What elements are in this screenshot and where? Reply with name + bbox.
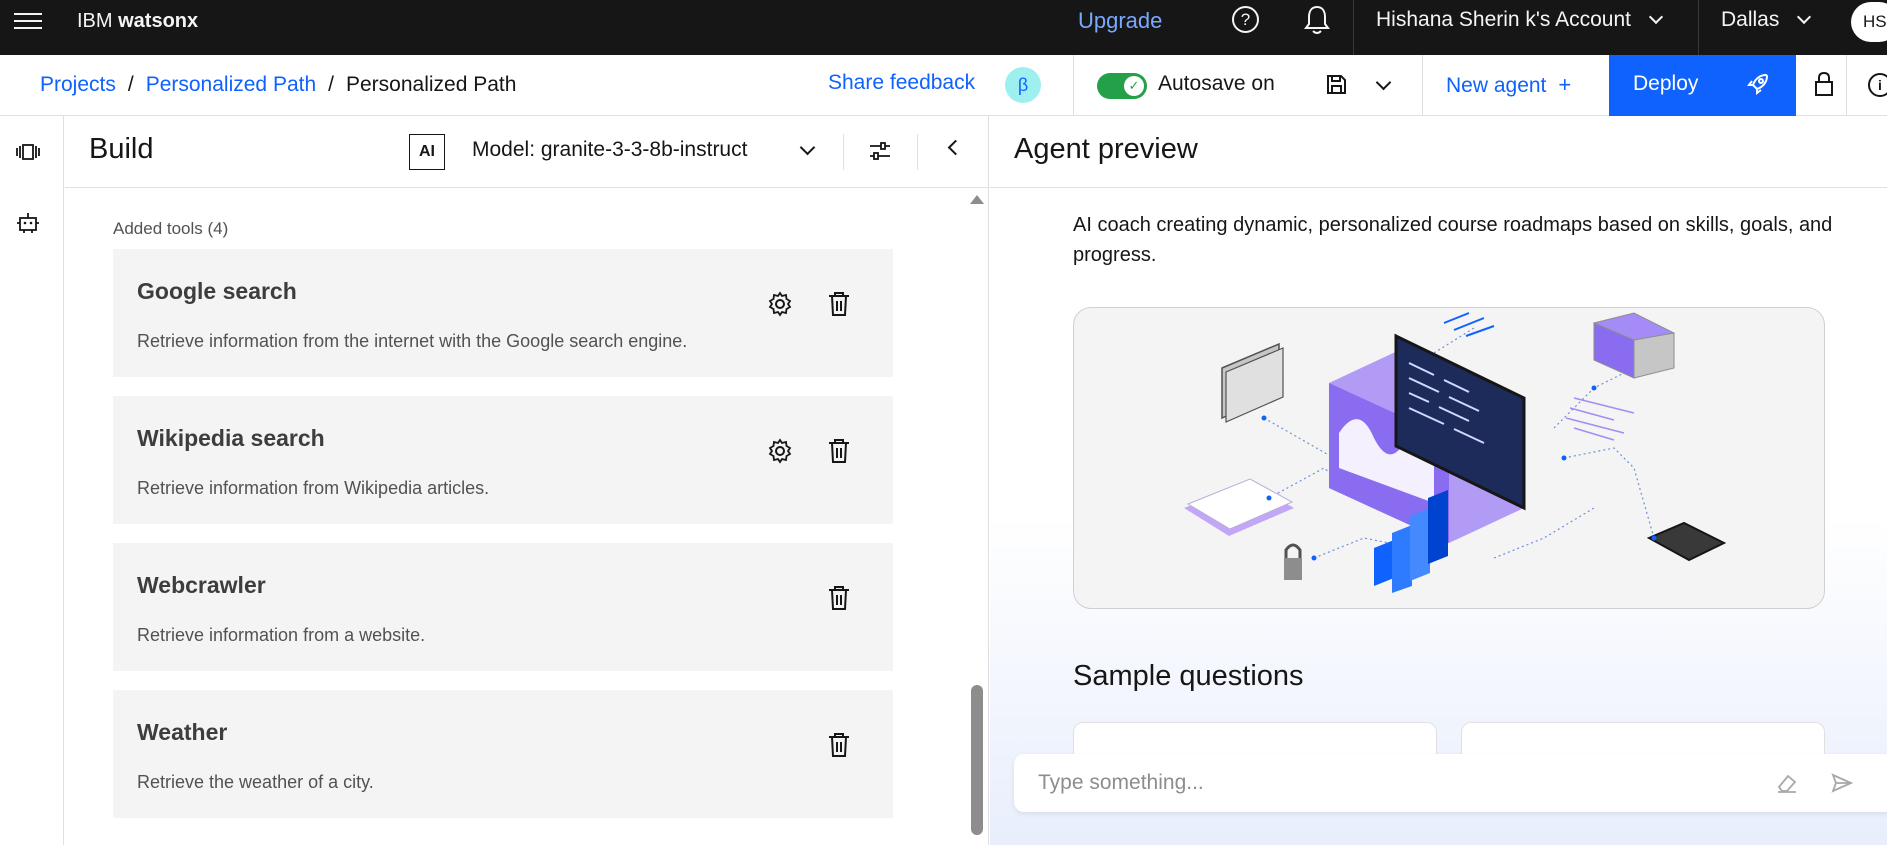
plus-icon: +: [1558, 72, 1572, 97]
tool-card: Wikipedia search Retrieve information fr…: [113, 396, 893, 524]
chevron-down-icon[interactable]: [1375, 74, 1392, 91]
trash-icon[interactable]: [827, 732, 851, 758]
brand-name[interactable]: IBM watsonx: [77, 10, 198, 33]
eraser-icon[interactable]: [1776, 772, 1798, 794]
save-icon[interactable]: [1326, 74, 1347, 95]
agent-preview-panel: Agent preview AI coach creating dynamic,…: [990, 116, 1887, 845]
gear-icon[interactable]: [767, 291, 793, 317]
scroll-up-arrow[interactable]: [970, 195, 984, 204]
tool-description: Retrieve the weather of a city.: [137, 772, 374, 792]
chat-input-container: [1014, 754, 1887, 812]
region-label: Dallas: [1721, 8, 1780, 31]
hamburger-menu-icon[interactable]: [14, 8, 42, 32]
tool-card: Weather Retrieve the weather of a city.: [113, 690, 893, 818]
ai-badge: AI: [409, 134, 445, 170]
left-rail: [0, 116, 64, 845]
tool-card: Webcrawler Retrieve information from a w…: [113, 543, 893, 671]
carousel-icon[interactable]: [16, 140, 40, 164]
isometric-illustration-image: [1184, 312, 1727, 593]
chevron-down-icon: [1797, 9, 1812, 25]
rocket-icon: [1747, 73, 1769, 95]
tool-name: Weather: [137, 719, 228, 745]
tool-description: Retrieve information from a website.: [137, 625, 426, 645]
gear-icon[interactable]: [767, 438, 793, 464]
build-panel: Build AI Model: granite-3-3-8b-instruct …: [65, 116, 989, 845]
tool-description: Retrieve information from the internet w…: [137, 331, 688, 351]
header-divider: [1846, 55, 1847, 116]
tool-card: Google search Retrieve information from …: [113, 249, 893, 377]
autosave-toggle[interactable]: ✓: [1097, 73, 1147, 99]
upgrade-link[interactable]: Upgrade: [1078, 8, 1162, 34]
header-divider: [843, 134, 844, 170]
chevron-down-icon: [1648, 9, 1664, 25]
agent-illustration: [1073, 307, 1825, 609]
project-header: Projects / Personalized Path / Personalized …: [0, 55, 1887, 116]
region-switcher[interactable]: Dallas: [1721, 8, 1812, 32]
agent-preview-header: Agent preview: [990, 116, 1887, 188]
top-navigation-bar: IBM watsonx Upgrade ? Hishana Sherin k's…: [0, 0, 1887, 55]
new-agent-button[interactable]: New agent +: [1446, 72, 1571, 98]
header-divider: [1422, 55, 1423, 116]
added-tools-label: Added tools (4): [113, 219, 229, 238]
topbar-divider: [1698, 0, 1699, 55]
sample-questions-title: Sample questions: [1073, 660, 1304, 692]
new-agent-label: New agent: [1446, 74, 1547, 97]
breadcrumb: Projects / Personalized Path / Personalized …: [40, 73, 516, 97]
tool-name: Google search: [137, 278, 297, 304]
header-divider: [917, 134, 918, 170]
info-icon[interactable]: i: [1868, 73, 1887, 97]
help-icon[interactable]: ?: [1232, 6, 1259, 33]
user-avatar[interactable]: HS: [1851, 2, 1887, 42]
scrollbar-thumb[interactable]: [971, 685, 983, 835]
collapse-panel-icon[interactable]: [947, 139, 964, 156]
deploy-button[interactable]: Deploy: [1609, 55, 1796, 116]
beta-badge[interactable]: β: [1005, 67, 1041, 103]
breadcrumb-separator: /: [127, 73, 134, 96]
agent-robot-icon[interactable]: [16, 210, 40, 234]
tool-name: Webcrawler: [137, 572, 266, 598]
tool-name: Wikipedia search: [137, 425, 325, 451]
send-icon[interactable]: [1831, 772, 1853, 794]
build-panel-header: Build AI Model: granite-3-3-8b-instruct: [65, 116, 989, 188]
bell-icon[interactable]: [1302, 4, 1332, 36]
share-feedback-link[interactable]: Share feedback: [828, 71, 975, 95]
chat-input[interactable]: [1038, 766, 1738, 800]
tool-description: Retrieve information from Wikipedia arti…: [137, 478, 490, 498]
breadcrumb-current: Personalized Path: [346, 73, 517, 96]
agent-description: AI coach creating dynamic, personalized …: [1073, 214, 1833, 266]
header-divider: [1073, 55, 1074, 116]
chevron-down-icon[interactable]: [799, 139, 816, 156]
trash-icon[interactable]: [827, 291, 851, 317]
breadcrumb-separator: /: [328, 73, 334, 96]
account-label: Hishana Sherin k's Account: [1376, 8, 1631, 31]
deploy-label: Deploy: [1633, 72, 1699, 95]
account-switcher[interactable]: Hishana Sherin k's Account: [1376, 8, 1664, 32]
tools-list-area: Added tools (4) Google search Retrieve i…: [65, 189, 989, 845]
topbar-divider: [1353, 0, 1354, 55]
breadcrumb-projects[interactable]: Projects: [40, 73, 116, 96]
trash-icon[interactable]: [827, 438, 851, 464]
build-title: Build: [89, 133, 154, 165]
agent-preview-title: Agent preview: [1014, 133, 1198, 165]
sliders-icon[interactable]: [868, 139, 892, 163]
trash-icon[interactable]: [827, 585, 851, 611]
checkmark-icon: ✓: [1124, 76, 1144, 96]
autosave-label: Autosave on: [1158, 72, 1275, 95]
lock-icon[interactable]: [1814, 71, 1834, 97]
model-selector[interactable]: Model: granite-3-3-8b-instruct: [472, 138, 747, 162]
breadcrumb-project[interactable]: Personalized Path: [146, 73, 316, 96]
